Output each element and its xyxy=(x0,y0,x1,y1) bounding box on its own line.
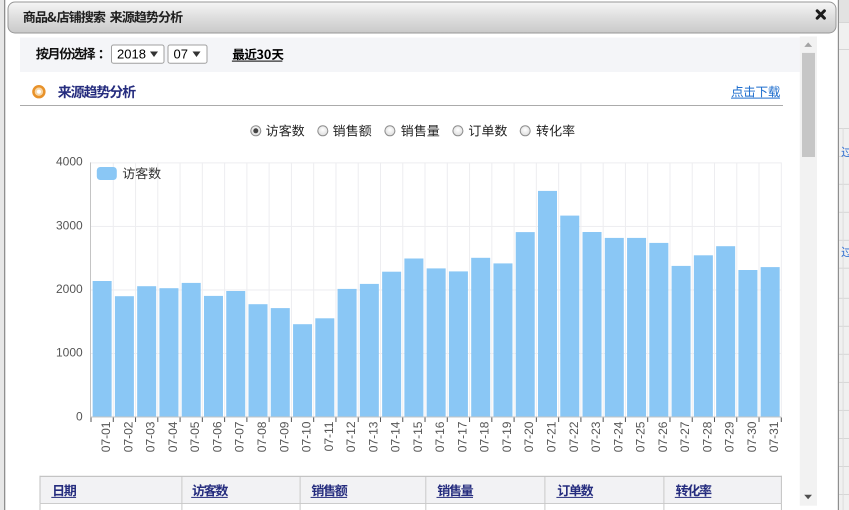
svg-text:2018: 2018 xyxy=(117,47,146,62)
svg-text:07-15: 07-15 xyxy=(411,421,425,452)
svg-text:1000: 1000 xyxy=(56,346,83,360)
svg-text:07-07: 07-07 xyxy=(233,421,247,452)
svg-text:07-05: 07-05 xyxy=(188,421,202,452)
svg-text:07-22: 07-22 xyxy=(567,421,581,452)
svg-text:07-26: 07-26 xyxy=(656,421,670,452)
svg-text:07-14: 07-14 xyxy=(389,421,403,452)
svg-text:07-16: 07-16 xyxy=(433,421,447,452)
svg-text:07-12: 07-12 xyxy=(344,421,358,452)
svg-text:07-08: 07-08 xyxy=(255,421,269,452)
svg-text:2000: 2000 xyxy=(56,282,83,296)
svg-text:07-31: 07-31 xyxy=(767,421,781,452)
svg-text:07-01: 07-01 xyxy=(99,421,113,452)
svg-text:07-29: 07-29 xyxy=(723,421,737,452)
svg-text:07-21: 07-21 xyxy=(544,421,558,452)
svg-text:3000: 3000 xyxy=(56,218,83,232)
svg-text:07-25: 07-25 xyxy=(634,421,648,452)
svg-text:07-28: 07-28 xyxy=(700,421,714,452)
svg-text:07: 07 xyxy=(174,47,188,62)
svg-text:07-06: 07-06 xyxy=(210,421,224,452)
svg-text:07-20: 07-20 xyxy=(522,421,536,452)
svg-text:07-13: 07-13 xyxy=(366,421,380,452)
svg-text:07-23: 07-23 xyxy=(589,421,603,452)
svg-text:07-17: 07-17 xyxy=(455,421,469,452)
svg-text:07-09: 07-09 xyxy=(277,421,291,452)
svg-text:07-24: 07-24 xyxy=(611,421,625,452)
svg-text:07-18: 07-18 xyxy=(478,421,492,452)
svg-text:07-27: 07-27 xyxy=(678,421,692,452)
svg-text:07-10: 07-10 xyxy=(300,421,314,452)
svg-text:4000: 4000 xyxy=(56,155,83,169)
svg-text:07-03: 07-03 xyxy=(144,421,158,452)
svg-text:07-19: 07-19 xyxy=(500,421,514,452)
svg-text:07-30: 07-30 xyxy=(745,421,759,452)
svg-text:0: 0 xyxy=(76,409,83,423)
svg-text:07-02: 07-02 xyxy=(121,421,135,452)
svg-text:07-11: 07-11 xyxy=(322,421,336,451)
svg-text:07-04: 07-04 xyxy=(166,421,180,452)
